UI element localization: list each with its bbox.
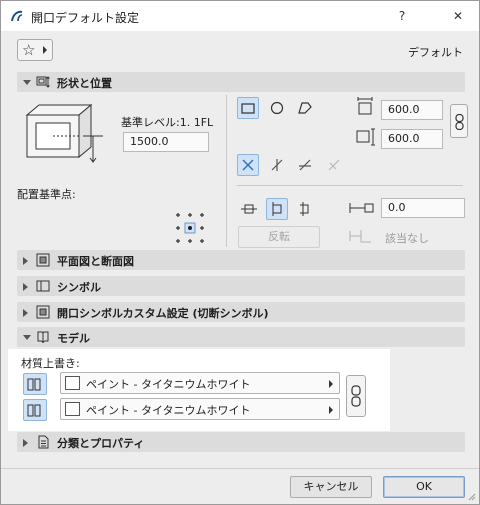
expand-triangle-icon: [23, 283, 28, 291]
title-bar: 開口デフォルト設定 ? ✕: [1, 1, 479, 31]
custom-shape-icon: [298, 102, 312, 114]
not-applicable-label: 該当なし: [385, 232, 429, 245]
cancel-button[interactable]: キャンセル: [290, 476, 372, 498]
reference-level-input[interactable]: 1500.0: [123, 132, 209, 152]
section-classification[interactable]: 分類とプロパティ: [17, 432, 465, 452]
shape-position-icon: [36, 76, 50, 88]
section-label: 分類とプロパティ: [57, 437, 145, 450]
symbol-icon: [36, 280, 50, 292]
book-icon: [37, 331, 49, 344]
material-override-panel: 材質上書き: ペイント - タイタニウムホワイト ペイント - タイタニウムホワ…: [8, 349, 390, 431]
position-edge-button[interactable]: [266, 198, 288, 220]
section-plan-section[interactable]: 平面図と断面図: [17, 250, 465, 270]
override-toggle-2[interactable]: [23, 399, 47, 421]
properties-icon: [38, 435, 49, 449]
height-icon: [356, 128, 375, 146]
orientation-4-button: [323, 154, 345, 176]
footer-divider: [1, 468, 479, 469]
ok-button[interactable]: OK: [383, 476, 465, 498]
default-label: デフォルト: [408, 46, 463, 59]
rectangle-icon: [241, 103, 255, 114]
material-swatch: [65, 402, 80, 416]
section-label: モデル: [57, 332, 90, 345]
link-materials-button[interactable]: [346, 375, 366, 417]
link-dimensions-button[interactable]: [450, 104, 468, 138]
reference-level-label: 基準レベル:1. 1FL: [121, 116, 214, 129]
diagonal-vertical-icon: [271, 159, 283, 171]
anchor-point-label: 配置基準点:: [17, 188, 76, 201]
material-swatch: [65, 376, 80, 390]
expand-triangle-icon: [23, 439, 28, 447]
resize-grip-icon[interactable]: [466, 491, 476, 501]
section-label: 開口シンボルカスタム設定 (切断シンボル): [57, 307, 269, 320]
flip-button: 反転: [238, 226, 320, 248]
chevron-right-icon: [43, 46, 47, 54]
section-model[interactable]: モデル: [17, 327, 465, 347]
divider: [237, 185, 463, 186]
material-select-1[interactable]: ペイント - タイタニウムホワイト: [60, 372, 340, 394]
wall-edge-icon: [272, 202, 282, 216]
window-title: 開口デフォルト設定: [31, 11, 140, 25]
book-icon: [27, 378, 41, 391]
help-button[interactable]: ?: [385, 1, 419, 31]
offset-input[interactable]: 0.0: [381, 198, 465, 218]
anchor-point-grid[interactable]: [174, 212, 206, 244]
wall-center-icon: [241, 204, 257, 214]
width-icon: [357, 97, 373, 115]
app-logo-icon: [11, 10, 23, 22]
offset-disabled-icon: [349, 230, 371, 243]
collapse-triangle-icon: [23, 335, 31, 340]
width-input[interactable]: 600.0: [381, 100, 443, 120]
override-toggle-1[interactable]: [23, 373, 47, 395]
material-name: ペイント - タイタニウムホワイト: [86, 378, 251, 391]
chain-link-icon: [351, 385, 361, 407]
offset-icon: [349, 203, 374, 213]
diagonal-disabled-icon: [328, 159, 340, 171]
section-symbol[interactable]: シンボル: [17, 276, 465, 296]
diagonal-horizontal-icon: [299, 159, 311, 171]
section-opening-custom[interactable]: 開口シンボルカスタム設定 (切断シンボル): [17, 302, 465, 322]
favorites-button[interactable]: ☆: [17, 39, 53, 61]
expand-triangle-icon: [23, 309, 28, 317]
orientation-3-button[interactable]: [294, 154, 316, 176]
circle-icon: [270, 101, 284, 115]
star-icon: ☆: [22, 41, 36, 59]
material-select-2[interactable]: ペイント - タイタニウムホワイト: [60, 398, 340, 420]
book-icon: [27, 404, 41, 417]
section-label: 形状と位置: [57, 77, 112, 90]
chevron-right-icon: [329, 406, 333, 414]
diagonal-cross-icon: [242, 159, 254, 171]
custom-shape-button[interactable]: [294, 97, 316, 119]
material-name: ペイント - タイタニウムホワイト: [86, 404, 251, 417]
expand-triangle-icon: [23, 257, 28, 265]
circle-shape-button[interactable]: [266, 97, 288, 119]
orientation-2-button[interactable]: [266, 154, 288, 176]
chain-link-icon: [455, 114, 464, 130]
rectangle-shape-button[interactable]: [237, 97, 259, 119]
plan-section-icon: [36, 253, 50, 267]
section-label: シンボル: [57, 281, 101, 294]
orientation-1-button[interactable]: [237, 154, 259, 176]
section-label: 平面図と断面図: [57, 255, 134, 268]
chevron-right-icon: [329, 380, 333, 388]
height-input[interactable]: 600.0: [381, 129, 443, 149]
opening-symbol-icon: [36, 305, 50, 319]
divider: [226, 95, 227, 247]
opening-preview-image: [25, 103, 103, 163]
position-center-button[interactable]: [237, 198, 259, 220]
dialog-window: 開口デフォルト設定 ? ✕ ☆ デフォルト 形状と位置 基準レベル:1. 1FL…: [0, 0, 480, 505]
material-override-label: 材質上書き:: [21, 357, 80, 370]
section-shape-position[interactable]: 形状と位置: [17, 72, 465, 92]
collapse-triangle-icon: [23, 80, 31, 85]
position-reveal-button[interactable]: [294, 198, 316, 220]
wall-reveal-icon: [300, 202, 309, 216]
close-button[interactable]: ✕: [441, 1, 475, 31]
